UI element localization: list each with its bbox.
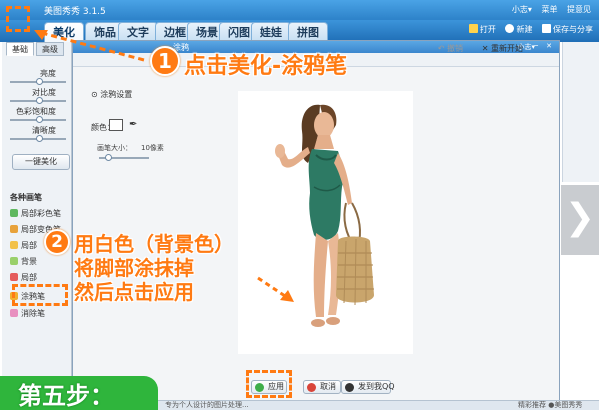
one-key-beautify-button[interactable]: 一键美化: [12, 154, 70, 170]
brush-icon: [10, 225, 18, 233]
one-key-label: 一键美化: [25, 157, 57, 166]
brush-item-eraser[interactable]: 消除笔: [10, 308, 45, 320]
slider-knob[interactable]: [36, 116, 43, 123]
slider-knob[interactable]: [36, 135, 43, 142]
status-text: 专为个人设计的图片处理...: [165, 401, 249, 409]
eraser-icon: [10, 309, 18, 317]
close-icon: [307, 383, 316, 392]
cancel-button[interactable]: 取消: [303, 380, 341, 394]
brush-icon: [10, 273, 18, 281]
new-button[interactable]: 新建: [505, 24, 532, 35]
step-2-line-3: 然后点击应用: [74, 280, 194, 304]
slider-label: 色彩饱和度: [16, 107, 56, 116]
undo-label: 撤销: [447, 44, 463, 53]
arrow-to-feet-icon: [257, 276, 294, 302]
feedback-link[interactable]: 提意见: [567, 5, 591, 14]
settings-title-text: 涂鸦设置: [100, 90, 133, 99]
doodle-dialog: 涂鸦 小志▾ ─ ✕ ↶ 撤销 ✕ 重新开始 ⊙ 涂鸦设置 颜色： ✒ 画笔大小…: [72, 40, 560, 410]
highlight-beautify-tab: [6, 6, 30, 32]
save-share-label: 保存与分享: [553, 25, 593, 34]
highlight-doodle-pen: [12, 284, 68, 306]
brush-item-local-3[interactable]: 局部: [10, 240, 37, 252]
user-menu[interactable]: 小志▾: [512, 5, 532, 14]
right-side-panel: [562, 42, 599, 182]
highlight-apply-button: [246, 370, 292, 398]
brush-size-knob[interactable]: [105, 154, 112, 161]
restart-button[interactable]: ✕ 重新开始: [482, 43, 523, 54]
brush-label: 局部: [21, 241, 37, 250]
photo-canvas[interactable]: [238, 91, 413, 354]
brush-label: 消除笔: [21, 309, 45, 318]
undo-button[interactable]: ↶ 撤销: [438, 43, 463, 54]
open-label: 打开: [479, 25, 496, 34]
slider-label: 亮度: [40, 69, 56, 78]
plus-icon: [505, 24, 515, 33]
slider-knob[interactable]: [36, 78, 43, 85]
new-label: 新建: [516, 25, 533, 34]
qq-icon: [345, 383, 354, 392]
step-1-instruction: 点击美化-涂鸦笔: [184, 54, 348, 79]
brush-icon: [10, 257, 18, 265]
slider-knob[interactable]: [36, 97, 43, 104]
eyedropper-icon[interactable]: ✒: [129, 119, 137, 130]
brush-icon: [10, 209, 18, 217]
brush-item-local-color[interactable]: 局部彩色笔: [10, 208, 61, 220]
save-icon: [542, 24, 551, 33]
brush-section-title: 各种画笔: [10, 193, 42, 202]
slider-label: 清晰度: [32, 126, 56, 135]
share-label: 发到我QQ: [358, 382, 395, 391]
brush-label: 局部彩色笔: [21, 209, 61, 218]
brush-item-local-5[interactable]: 局部: [10, 272, 37, 284]
tab-doll[interactable]: 娃娃: [251, 22, 291, 42]
next-image-arrow-icon[interactable]: ❯: [561, 185, 599, 255]
brush-label: 背景: [21, 257, 37, 266]
brush-item-background[interactable]: 背景: [10, 256, 37, 268]
step-banner: 第五步：: [0, 376, 158, 410]
brush-size-label: 画笔大小：: [97, 144, 132, 152]
share-qq-button[interactable]: 发到我QQ: [341, 380, 395, 394]
top-links: 小志▾ 菜单 提意见: [505, 4, 591, 15]
status-recommend[interactable]: 精彩推荐 ●美图秀秀: [518, 400, 582, 410]
arrow-to-beautify-icon: [34, 30, 145, 62]
cancel-label: 取消: [320, 382, 336, 391]
brush-icon: [10, 241, 18, 249]
step-1-badge: 1: [150, 46, 180, 76]
restart-label: 重新开始: [491, 44, 523, 53]
doodle-settings-panel: ⊙ 涂鸦设置 颜色： ✒ 画笔大小： 10像素: [85, 81, 165, 161]
dialog-window-buttons[interactable]: ─ ✕: [534, 42, 555, 50]
model-photo: [275, 104, 374, 327]
file-toolbar: 打开 新建 保存与分享: [462, 24, 593, 40]
step-2-badge: 2: [44, 229, 70, 255]
brush-size-value: 10像素: [141, 144, 164, 152]
save-share-button[interactable]: 保存与分享: [542, 24, 593, 35]
slider-label: 对比度: [32, 88, 56, 97]
settings-title: ⊙ 涂鸦设置: [91, 90, 133, 99]
open-button[interactable]: 打开: [468, 24, 496, 35]
main-menu-link[interactable]: 菜单: [541, 5, 557, 14]
color-swatch[interactable]: [109, 119, 123, 131]
folder-icon: [468, 24, 478, 33]
left-panel: 基础 高级 亮度 对比度 色彩饱和度 清晰度 一键美化 各种画笔 局部彩色笔 局…: [2, 42, 72, 410]
tab-collage[interactable]: 拼图: [288, 22, 328, 42]
brush-label: 局部: [21, 273, 37, 282]
app-title: 美图秀秀 3.1.5: [44, 7, 106, 17]
